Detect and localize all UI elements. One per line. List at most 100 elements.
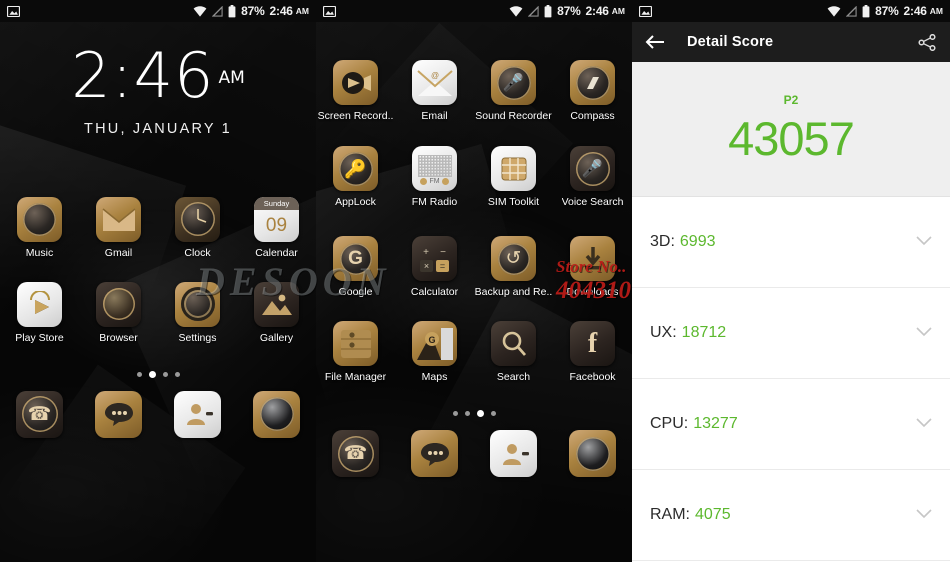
app-label: Compass [570,110,615,122]
app-label: Search [496,371,531,383]
gmail-icon [96,196,141,242]
home-screen-panel-1: 87% 2:46 AM 2:46AM THU, JANUARY 1 Music [0,0,316,562]
clock-widget[interactable]: 2:46 AM THU, JANUARY 1 [0,22,316,137]
app-maps[interactable]: G Maps [395,315,474,383]
app-compass[interactable]: Compass [553,54,632,122]
app-calculator[interactable]: + − × = Calculator [395,230,474,298]
page-dot[interactable] [136,371,142,377]
page-dot-active[interactable] [476,410,484,417]
chevron-down-icon[interactable] [916,415,932,433]
app-label: Browser [99,331,138,344]
app-voice-search[interactable]: 🎤 Voice Search [553,140,632,208]
status-time: 2:46 [269,4,293,18]
app-file-manager[interactable]: File Manager [316,315,395,383]
status-ampm: AM [295,6,309,16]
score-label: 3D: [650,233,675,250]
sim-toolkit-icon [491,146,536,191]
chevron-down-icon[interactable] [916,506,932,524]
score-value: 6993 [679,233,716,250]
status-ampm: AM [611,6,625,16]
image-icon [6,5,21,17]
back-arrow-icon[interactable] [645,34,665,50]
signal-no-sim-icon [845,5,857,17]
app-label: Downloads [566,286,619,298]
app-label: File Manager [324,371,387,383]
app-label: FM Radio [411,196,458,208]
status-bar: 87% 2:46 AM [632,0,950,22]
svg-text:=: = [439,261,444,271]
app-settings[interactable]: Settings [158,276,237,344]
page-indicator-2[interactable] [316,410,632,417]
fm-radio-icon: FM [412,146,457,191]
battery-icon [228,4,236,18]
dock-phone[interactable]: ☎ [0,390,79,438]
maps-icon: G [412,321,457,366]
app-play-store[interactable]: Play Store [0,276,79,344]
dock-1: ☎ [0,390,316,438]
app-backup-restore[interactable]: ↺ Backup and Re.. [474,230,553,298]
battery-percent: 87% [557,4,581,18]
dock-phone[interactable]: ☎ [316,430,395,477]
score-row-3d[interactable]: 3D: 6993 [632,197,950,288]
backup-restore-icon: ↺ [491,236,536,281]
app-google[interactable]: G Google [316,230,395,298]
voice-search-icon: 🎤 [570,146,615,191]
app-email[interactable]: @ Email [395,54,474,122]
app-search[interactable]: Search [474,315,553,383]
page-dot[interactable] [452,411,458,416]
page-indicator-1[interactable] [0,370,316,378]
wifi-icon [827,5,841,17]
page-dot[interactable] [174,371,180,377]
settings-icon [175,281,220,327]
score-row-ram[interactable]: RAM: 4075 [632,470,950,561]
page-dot[interactable] [464,411,470,416]
wifi-icon [509,5,523,17]
chevron-down-icon[interactable] [916,324,932,342]
total-score: 43057 [728,111,855,165]
app-screen-recorder[interactable]: Screen Record.. [316,54,395,122]
page-dot[interactable] [162,371,168,377]
app-sound-recorder[interactable]: 🎤 Sound Recorder [474,54,553,122]
score-row-ux[interactable]: UX: 18712 [632,288,950,379]
clock-time: 2:46 [71,39,215,112]
dock-camera[interactable] [553,430,632,477]
page-dot-active[interactable] [148,370,156,378]
image-icon [322,5,337,17]
app-applock[interactable]: 🔑 AppLock [316,140,395,208]
app-browser[interactable]: Browser [79,276,158,344]
app-facebook[interactable]: f Facebook [553,315,632,383]
dock-messages[interactable] [79,390,158,438]
dock-contacts[interactable] [158,390,237,438]
app-downloads[interactable]: Downloads [553,230,632,298]
app-gallery[interactable]: Gallery [237,276,316,344]
messages-icon [411,430,458,477]
signal-no-sim-icon [527,5,539,17]
share-icon[interactable] [918,33,937,51]
app-grid-row-4-right: File Manager G Maps Search f Facebook [316,315,632,383]
score-row-cpu[interactable]: CPU: 13277 [632,379,950,470]
chevron-down-icon[interactable] [916,233,932,251]
app-fm-radio[interactable]: FM FM Radio [395,140,474,208]
dock-messages[interactable] [395,430,474,477]
compass-icon [570,60,615,105]
app-clock[interactable]: Clock [158,191,237,259]
status-ampm: AM [929,6,943,16]
svg-text:−: − [440,247,446,258]
image-icon [638,5,653,17]
detail-score-panel: 87% 2:46 AM Detail Score P2 43057 3D: 69… [632,0,950,562]
dock-camera[interactable] [237,390,316,438]
screen-recorder-icon [333,60,378,105]
screenshot-root: 87% 2:46 AM 2:46AM THU, JANUARY 1 Music [0,0,950,562]
svg-text:@: @ [430,71,438,80]
contacts-icon [174,390,221,438]
app-label: Screen Record.. [317,110,394,122]
page-dot[interactable] [490,411,496,416]
applock-icon: 🔑 [333,146,378,191]
page-title: Detail Score [687,34,774,50]
app-music[interactable]: Music [0,191,79,259]
app-calendar[interactable]: Sunday 09 Calendar [237,191,316,259]
dock-2: ☎ [316,430,632,477]
app-sim-toolkit[interactable]: SIM Toolkit [474,140,553,208]
dock-contacts[interactable] [474,430,553,477]
app-gmail[interactable]: Gmail [79,191,158,259]
